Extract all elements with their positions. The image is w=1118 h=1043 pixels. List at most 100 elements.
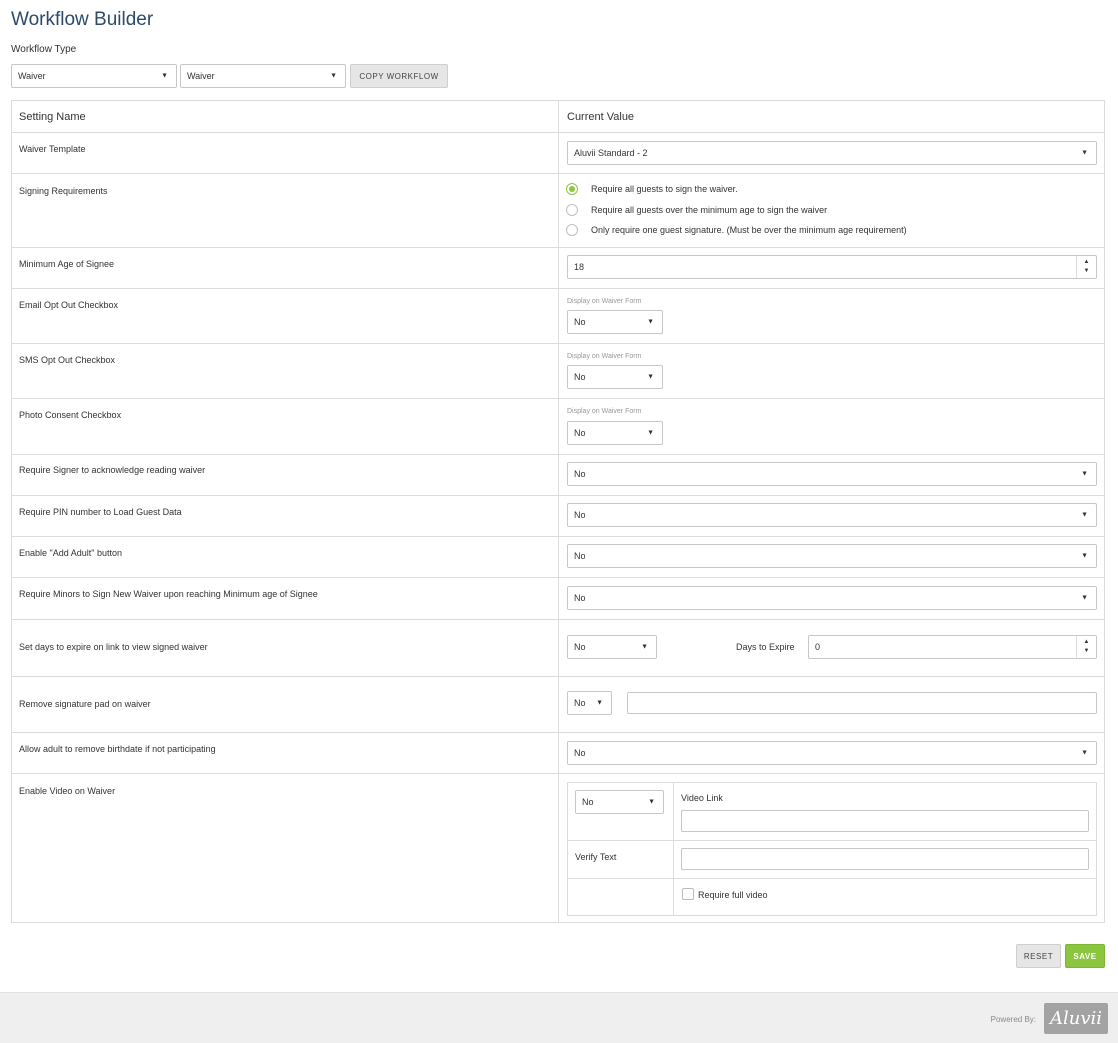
email-opt-out-select[interactable]: No ▼ <box>567 310 663 334</box>
header-setting-name: Setting Name <box>19 111 86 123</box>
require-full-video-checkbox[interactable] <box>682 888 694 900</box>
days-to-expire-label: Days to Expire <box>736 642 795 652</box>
caret-down-icon: ▼ <box>1081 511 1088 519</box>
photo-consent-select[interactable]: No ▼ <box>567 421 663 445</box>
acknowledge-label: Require Signer to acknowledge reading wa… <box>19 465 206 475</box>
page-title: Workflow Builder <box>11 9 154 30</box>
caret-down-icon: ▼ <box>1081 552 1088 560</box>
signing-option-label: Only require one guest signature. (Must … <box>591 225 907 235</box>
pin-select[interactable]: No ▼ <box>567 503 1097 527</box>
radio-checked-icon[interactable] <box>566 183 578 195</box>
enable-video-label: Enable Video on Waiver <box>19 786 116 796</box>
row-divider <box>12 247 1104 248</box>
row-divider <box>12 773 1104 774</box>
minimum-age-value: 18 <box>574 262 585 272</box>
pin-value: No <box>574 510 586 520</box>
video-panel-divider <box>567 878 1097 879</box>
row-divider <box>12 577 1104 578</box>
minors-value: No <box>574 593 586 603</box>
workflow-type-label: Workflow Type <box>11 44 77 55</box>
photo-consent-note: Display on Waiver Form <box>567 408 642 415</box>
row-divider <box>12 173 1104 174</box>
expire-select[interactable]: No ▼ <box>567 635 657 659</box>
caret-down-icon: ▼ <box>1081 470 1088 478</box>
birthdate-select[interactable]: No ▼ <box>567 741 1097 765</box>
minimum-age-input[interactable]: 18 ▲ ▼ <box>567 255 1097 279</box>
enable-video-select[interactable]: No ▼ <box>575 790 664 814</box>
copy-workflow-button[interactable]: COPY WORKFLOW <box>350 64 448 88</box>
save-button[interactable]: SAVE <box>1065 944 1105 968</box>
stepper-icon[interactable]: ▲ ▼ <box>1076 256 1096 278</box>
expire-value: No <box>574 642 586 652</box>
caret-down-icon: ▼ <box>161 72 168 80</box>
add-adult-select[interactable]: No ▼ <box>567 544 1097 568</box>
settings-table: Setting Name Current Value Waiver Templa… <box>11 100 1105 923</box>
caret-down-icon: ▼ <box>330 72 337 80</box>
pin-label: Require PIN number to Load Guest Data <box>19 507 182 517</box>
birthdate-label: Allow adult to remove birthdate if not p… <box>19 744 216 754</box>
workflow-type-value: Waiver <box>18 71 46 81</box>
sms-opt-out-select[interactable]: No ▼ <box>567 365 663 389</box>
birthdate-value: No <box>574 748 586 758</box>
acknowledge-select[interactable]: No ▼ <box>567 462 1097 486</box>
reset-button[interactable]: RESET <box>1016 944 1061 968</box>
signature-pad-text-input[interactable] <box>627 692 1097 714</box>
stepper-icon[interactable]: ▲ ▼ <box>1076 636 1096 658</box>
video-link-label: Video Link <box>681 793 723 803</box>
row-divider <box>12 676 1104 677</box>
minimum-age-label: Minimum Age of Signee <box>19 259 115 269</box>
caret-down-icon: ▼ <box>647 429 654 437</box>
video-panel-divider <box>567 840 1097 841</box>
caret-down-icon: ▼ <box>641 643 648 651</box>
radio-icon[interactable] <box>566 204 578 216</box>
waiver-template-value: Aluvii Standard - 2 <box>574 148 648 158</box>
add-adult-value: No <box>574 551 586 561</box>
caret-down-icon: ▼ <box>648 798 655 806</box>
row-divider <box>12 288 1104 289</box>
signing-option-one[interactable]: Only require one guest signature. (Must … <box>566 224 907 236</box>
aluvii-logo: Aluvii <box>1044 1003 1108 1034</box>
column-divider <box>558 101 559 922</box>
minors-label: Require Minors to Sign New Waiver upon r… <box>19 589 318 599</box>
row-divider <box>12 343 1104 344</box>
email-opt-out-label: Email Opt Out Checkbox <box>19 300 119 310</box>
video-panel-divider <box>673 782 674 916</box>
workflow-value: Waiver <box>187 71 215 81</box>
row-divider <box>12 132 1104 133</box>
signing-option-all[interactable]: Require all guests to sign the waiver. <box>566 183 738 195</box>
workflow-type-select[interactable]: Waiver ▼ <box>11 64 177 88</box>
row-divider <box>12 398 1104 399</box>
row-divider <box>12 619 1104 620</box>
header-current-value: Current Value <box>567 111 635 123</box>
days-to-expire-input[interactable]: 0 ▲ ▼ <box>808 635 1097 659</box>
caret-down-icon: ▼ <box>1081 594 1088 602</box>
signature-pad-label: Remove signature pad on waiver <box>19 699 151 709</box>
row-divider <box>12 454 1104 455</box>
signing-requirements-label: Signing Requirements <box>19 186 108 196</box>
caret-down-icon: ▼ <box>647 373 654 381</box>
waiver-template-label: Waiver Template <box>19 144 86 154</box>
caret-down-icon: ▼ <box>596 699 603 707</box>
signing-option-over-age[interactable]: Require all guests over the minimum age … <box>566 204 827 216</box>
waiver-template-select[interactable]: Aluvii Standard - 2 ▼ <box>567 141 1097 165</box>
caret-down-icon: ▼ <box>647 318 654 326</box>
footer: Powered By: Aluvii <box>0 992 1118 1043</box>
radio-icon[interactable] <box>566 224 578 236</box>
powered-by-label: Powered By: <box>990 1015 1036 1024</box>
row-divider <box>12 495 1104 496</box>
signing-option-label: Require all guests to sign the waiver. <box>591 184 738 194</box>
signing-option-label: Require all guests over the minimum age … <box>591 205 828 215</box>
minors-select[interactable]: No ▼ <box>567 586 1097 610</box>
video-link-input[interactable] <box>681 810 1089 832</box>
expire-label: Set days to expire on link to view signe… <box>19 642 208 652</box>
enable-video-value: No <box>582 797 594 807</box>
row-divider <box>12 536 1104 537</box>
days-to-expire-value: 0 <box>815 642 821 652</box>
signature-pad-value: No <box>574 698 586 708</box>
photo-consent-label: Photo Consent Checkbox <box>19 410 122 420</box>
verify-text-input[interactable] <box>681 848 1089 870</box>
caret-down-icon: ▼ <box>1081 749 1088 757</box>
workflow-select[interactable]: Waiver ▼ <box>180 64 346 88</box>
sms-opt-out-label: SMS Opt Out Checkbox <box>19 355 116 365</box>
signature-pad-select[interactable]: No ▼ <box>567 691 612 715</box>
